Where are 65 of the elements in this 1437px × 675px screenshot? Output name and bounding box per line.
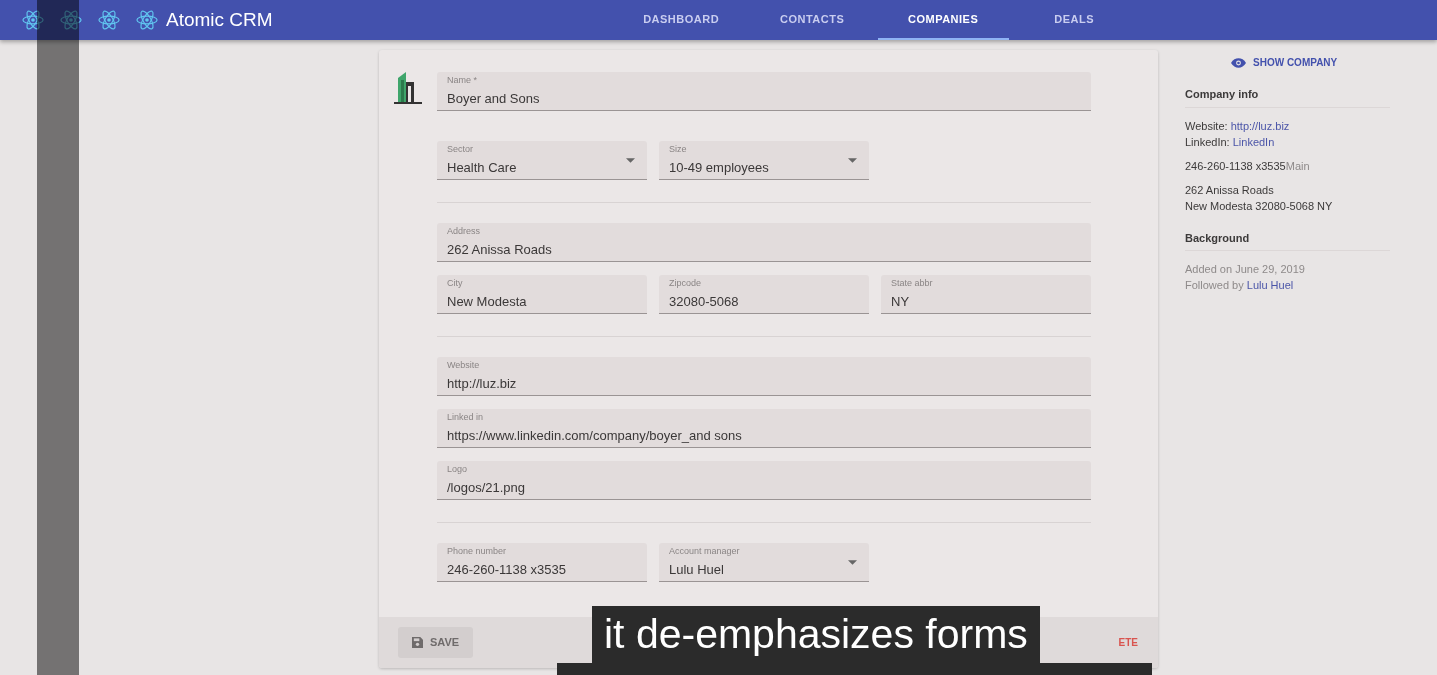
info-text: 262 Anissa Roads [1185,183,1274,196]
atom-icon [98,9,120,31]
field-value: New Modesta [447,292,528,311]
select-field[interactable]: Sector Health Care [437,141,647,180]
field-label: City [447,279,464,289]
info-text: New Modesta 32080-5068 NY [1185,199,1333,212]
field-value: 246-260-1138 x3535 [447,560,568,579]
info-text: Website: [1185,119,1229,132]
field-value: Lulu Huel [669,560,725,579]
field-label: Website [447,361,481,371]
field-value: /logos/21.png [447,478,527,497]
input-field[interactable]: State abbr NY [881,275,1091,314]
info-text: LinkedIn: [1185,135,1231,148]
info-note: Main [1285,159,1310,172]
atom-icon [60,9,82,31]
field-label: State abbr [891,279,934,289]
field-value: 10-49 employees [669,158,770,177]
input-field[interactable]: Logo /logos/21.png [437,461,1091,500]
info-link[interactable]: LinkedIn [1232,135,1275,148]
dropdown-caret-icon [626,158,635,163]
input-field[interactable]: Phone number 246-260-1138 x3535 [437,543,647,582]
input-field[interactable]: City New Modesta [437,275,647,314]
app-title: Atomic CRM [166,7,273,32]
info-text: 246-260-1138 x3535 [1185,159,1286,172]
input-field[interactable]: Address 262 Anissa Roads [437,223,1091,262]
field-label: Phone number [447,547,508,557]
nav-tab[interactable]: DEALS [1008,0,1140,40]
info-note: Followed by [1185,279,1245,291]
show-company-button[interactable]: SHOW COMPANY [1231,55,1338,70]
field-value: http://luz.biz [447,374,518,393]
field-value: Boyer and Sons [447,89,541,108]
video-caption: it de-emphasizes forms [592,606,1040,663]
field-label: Size [669,145,688,155]
info-link[interactable]: Lulu Huel [1246,279,1294,291]
section-heading: Company info [1185,86,1390,108]
input-field[interactable]: Website http://luz.biz [437,357,1091,396]
field-label: Linked in [447,413,485,423]
atom-icon [22,9,44,31]
nav-tab[interactable]: DASHBOARD [615,0,747,40]
select-field[interactable]: Account manager Lulu Huel [659,543,869,582]
eye-icon [1231,57,1246,68]
field-value: https://www.linkedin.com/company/boyer_and sons [447,426,743,445]
building-icon [393,72,423,106]
field-value: NY [891,292,911,311]
field-label: Sector [447,145,474,155]
nav-tab[interactable]: CONTACTS [746,0,878,40]
field-label: Address [447,227,482,237]
field-label: Account manager [669,547,741,557]
info-link[interactable]: http://luz.biz [1230,119,1290,132]
field-label: Name * [447,76,478,86]
dropdown-caret-icon [848,560,857,565]
input-field[interactable]: Linked in https://www.linkedin.com/company/boyer_and sons [437,409,1091,448]
field-value: Health Care [447,158,518,177]
nav-tab[interactable]: COMPANIES [877,0,1009,40]
field-value: 32080-5068 [669,292,740,311]
input-field[interactable]: Zipcode 32080-5068 [659,275,869,314]
atom-icon [136,9,158,31]
field-label: Zipcode [669,279,703,289]
section-heading: Background [1185,229,1390,251]
dropdown-caret-icon [848,158,857,163]
field-label: Logo [447,465,469,475]
input-field[interactable]: Name * Boyer and Sons [437,72,1091,111]
select-field[interactable]: Size 10-49 employees [659,141,869,180]
field-value: 262 Anissa Roads [447,240,553,259]
info-note: Added on June 29, 2019 [1185,263,1305,275]
